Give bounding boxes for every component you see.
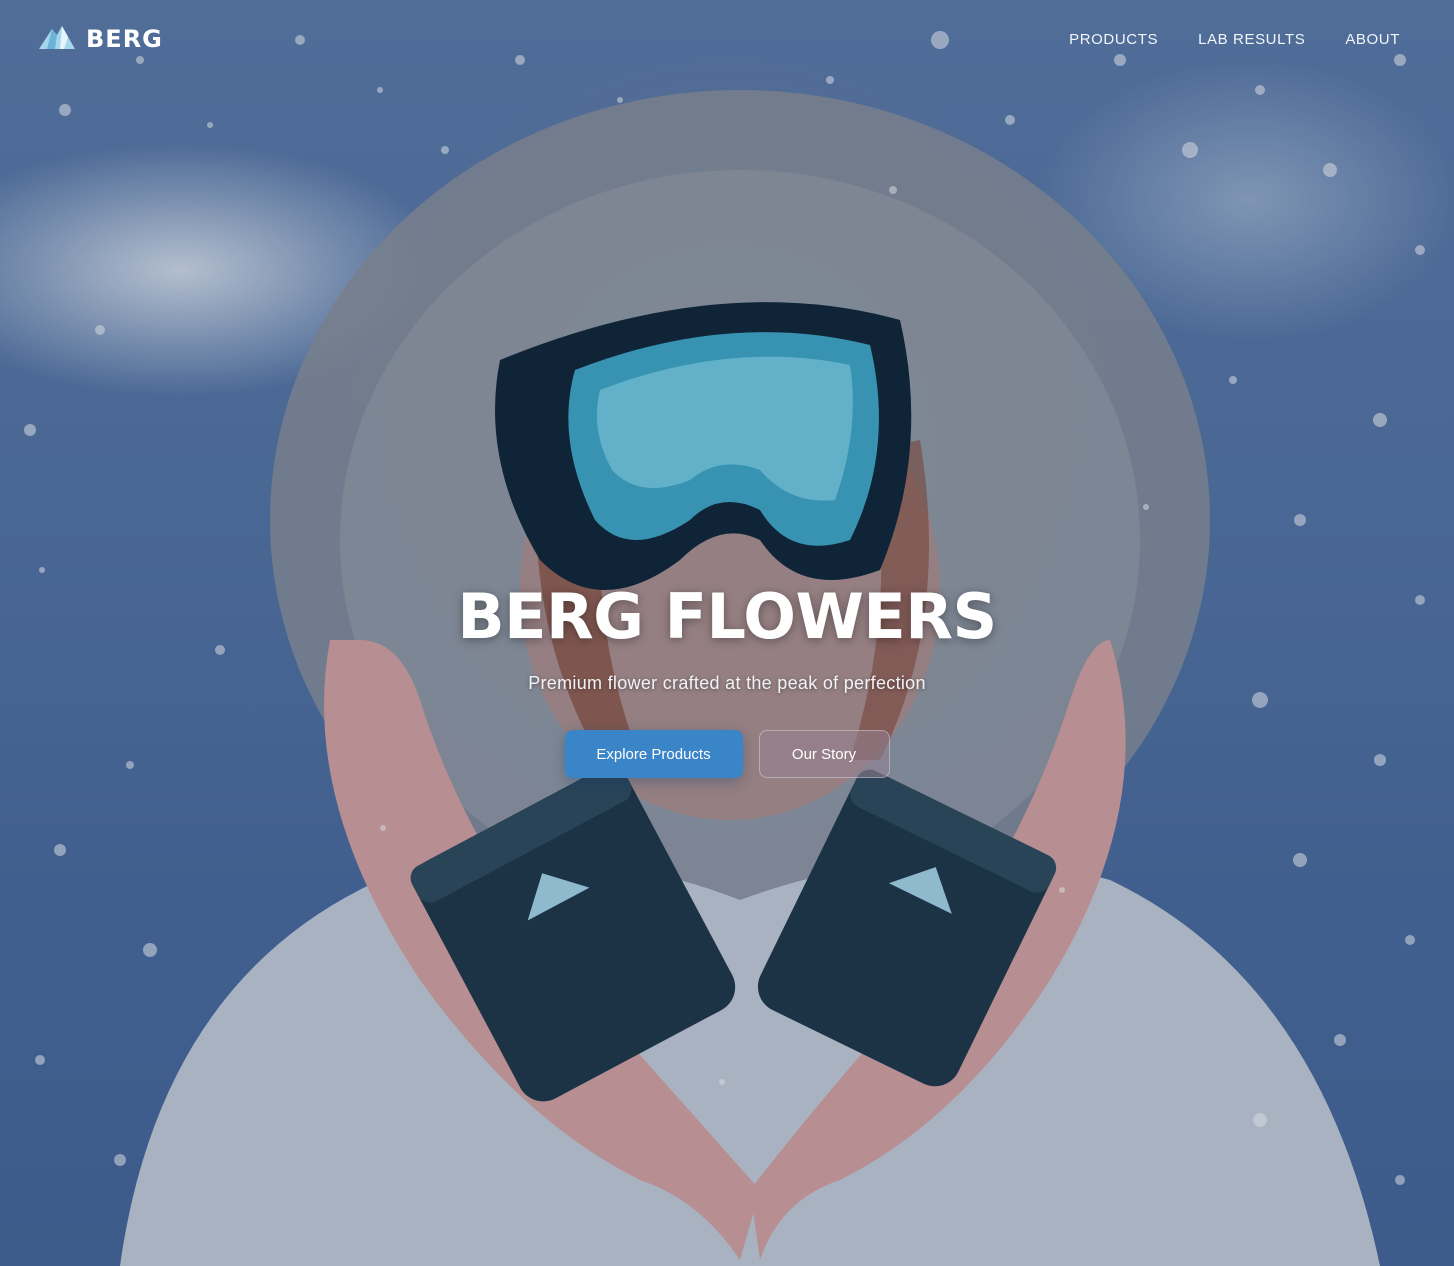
brand-name: BERG xyxy=(86,25,163,53)
hero-section: BERG PRODUCTS LAB RESULTS ABOUT BERG FLO… xyxy=(0,0,1454,1266)
top-navbar: BERG PRODUCTS LAB RESULTS ABOUT xyxy=(0,0,1454,78)
hero-subtitle: Premium flower crafted at the peak of pe… xyxy=(528,673,926,693)
our-story-button[interactable]: Our Story xyxy=(758,730,890,778)
nav-link-lab-results[interactable]: LAB RESULTS xyxy=(1198,31,1305,48)
nav-link-about[interactable]: ABOUT xyxy=(1345,31,1400,48)
nav-link-products[interactable]: PRODUCTS xyxy=(1069,31,1158,48)
main-nav: PRODUCTS LAB RESULTS ABOUT xyxy=(1069,31,1400,48)
explore-products-button[interactable]: Explore Products xyxy=(564,730,743,778)
mountain-peak-icon xyxy=(38,23,76,56)
cta-button-group: Explore Products Our Story xyxy=(0,730,1454,778)
hero-content: BERG FLOWERS Premium flower crafted at t… xyxy=(0,580,1454,778)
brand-logo[interactable]: BERG xyxy=(38,23,163,56)
hero-title: BERG FLOWERS xyxy=(457,580,997,653)
